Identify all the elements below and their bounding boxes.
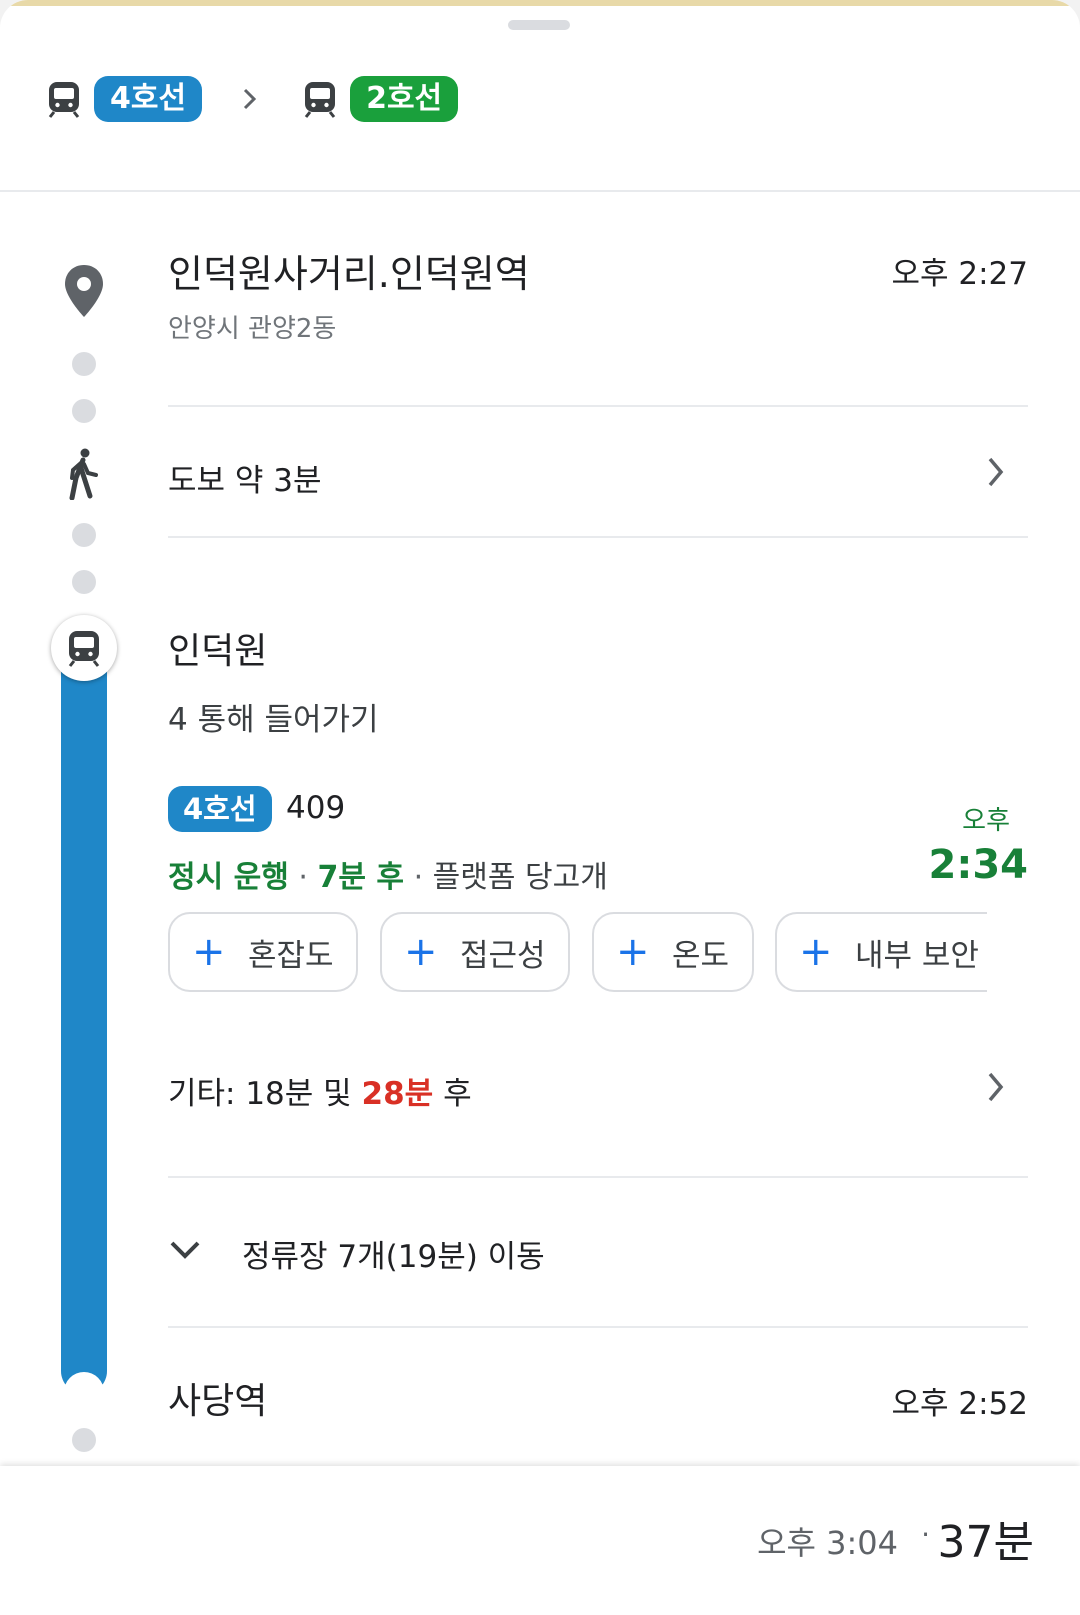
chip-label: 온도 [672,937,730,974]
divider [168,536,1028,538]
train-icon [300,79,340,119]
divider [168,405,1028,407]
intermediate-stops-toggle[interactable]: 정류장 7개(19분) 이동 [242,1231,545,1276]
origin-name: 인덕원사거리.인덕원역 [168,252,530,296]
chip-crowding[interactable]: + 혼잡도 [168,912,358,992]
chevron-right-icon[interactable] [986,1070,1006,1104]
platform-direction: 플랫폼 당고개 [432,860,608,895]
chip-label: 접근성 [460,937,546,974]
other-departures[interactable]: 기타: 18분 및 28분 후 [168,1068,472,1113]
timeline-dot [72,523,96,547]
chip-accessibility[interactable]: + 접근성 [380,912,570,992]
chevron-down-icon[interactable] [168,1238,202,1262]
divider [168,1176,1028,1178]
chevron-right-icon [244,88,257,110]
alight-station: 사당역 [168,1381,268,1422]
depart-ampm: 오후 [962,806,1010,836]
board-station: 인덕원 [168,631,268,672]
board-train-marker [51,615,117,681]
timeline-dot [72,352,96,376]
trip-footer: 오후 3:04 · 37분 [0,1466,1080,1615]
timeline-dot [72,1428,96,1452]
train-icon [44,79,84,119]
other-departures-prefix: 기타: 18분 및 [168,1076,362,1112]
separator-dot: · [413,860,424,895]
other-departure-late: 28분 [361,1076,434,1112]
drag-handle[interactable] [508,20,570,30]
entrance-info: 4 통해 들어가기 [168,702,379,738]
arrival-time: 오후 3:04 [757,1524,898,1562]
map-edge [0,0,1080,6]
origin-time: 오후 2:27 [891,256,1028,292]
chip-temperature[interactable]: + 온도 [592,912,754,992]
plus-icon: + [192,929,226,975]
line-badge-4: 4호선 [168,786,272,832]
train-number: 409 [286,790,346,826]
divider [0,190,1080,192]
plus-icon: + [404,929,438,975]
chip-label: 내부 보안 [855,937,979,974]
alight-time: 오후 2:52 [891,1386,1028,1422]
eta-minutes: 7분 후 [317,860,405,895]
plus-icon: + [616,929,650,975]
directions-sheet: 4호선 2호선 인덕원사거리.인덕원역 안양시 관양2동 오후 2:27 도보 … [0,0,1080,1615]
line-badge-2: 2호선 [350,76,459,122]
separator-dot: · [921,1518,930,1551]
trip-duration: 37분 [937,1517,1034,1568]
timeline-dot [72,399,96,423]
chip-security[interactable]: + 내부 보안 [775,912,987,992]
plus-icon: + [799,929,833,975]
depart-time: 2:34 [928,842,1029,888]
divider [168,1326,1028,1328]
walk-duration[interactable]: 도보 약 3분 [168,455,322,500]
timeline-dot [72,570,96,594]
transit-line-bar [61,654,107,1394]
alight-marker [64,1372,104,1412]
location-pin-icon [65,265,103,317]
route-summary[interactable]: 4호선 2호선 [44,74,459,124]
other-departures-suffix: 후 [433,1076,472,1112]
on-time-status: 정시 운행 [168,860,289,895]
line-badge-4: 4호선 [94,76,203,122]
walk-icon [69,448,98,500]
chevron-right-icon[interactable] [986,455,1006,489]
separator-dot: · [298,860,308,895]
origin-address: 안양시 관양2동 [168,314,337,344]
train-icon [68,631,100,667]
chip-label: 혼잡도 [248,937,334,974]
realtime-status: 정시 운행 · 7분 후 · 플랫폼 당고개 [168,852,608,896]
